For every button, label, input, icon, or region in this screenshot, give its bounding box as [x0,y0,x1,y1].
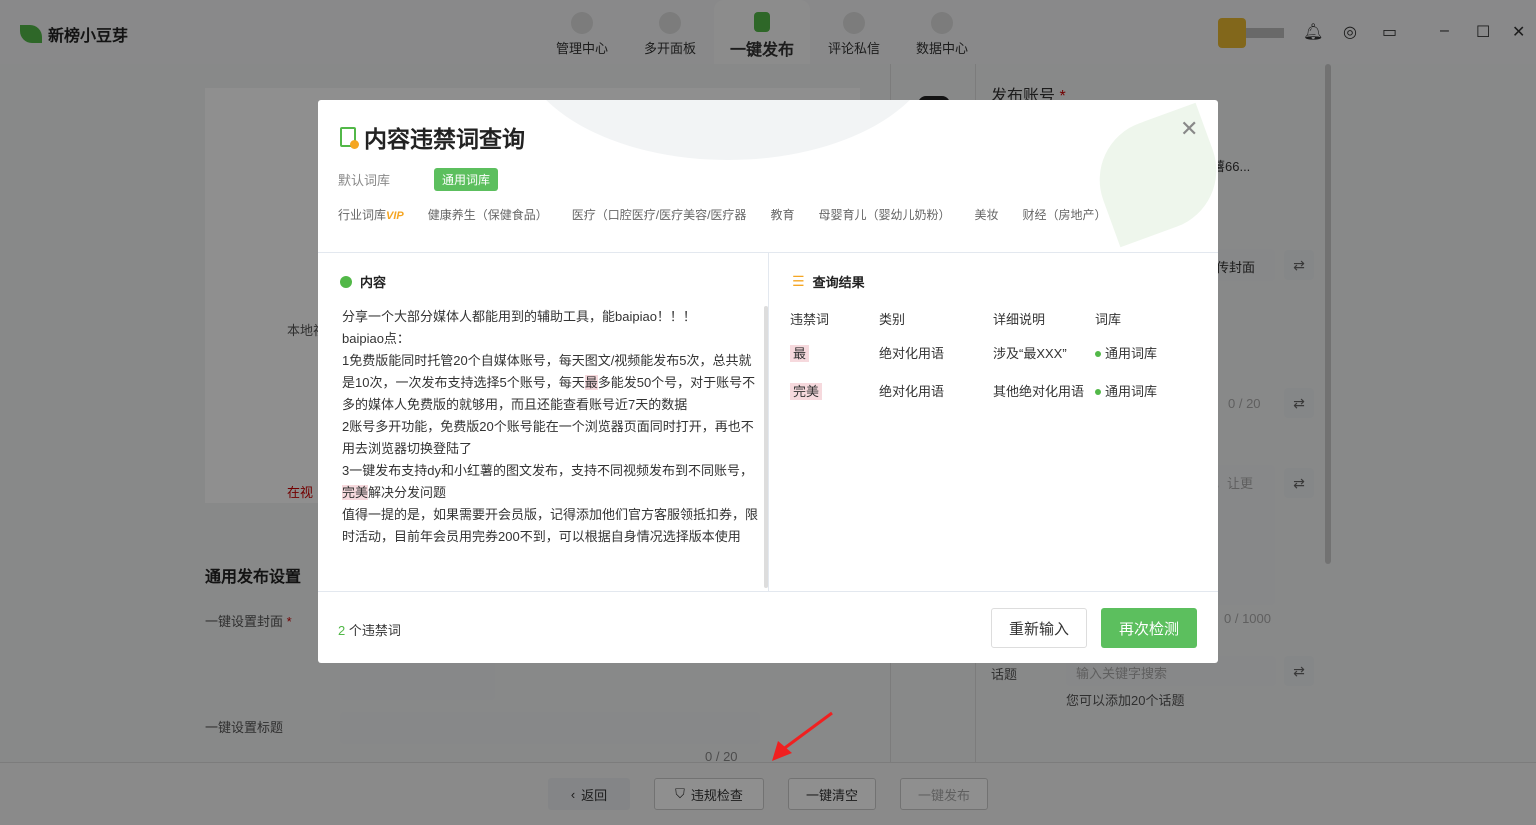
vip-badge: VIP [386,210,404,222]
industry-option[interactable]: 医疗（口腔医疗/医疗美容/医疗器 [572,206,747,223]
content-part: 多能发50个号，对于账号不多的媒体人免费版的就够用，而且还能查看账号近7天的数据… [342,375,756,478]
forbidden-words-dialog: 内容违禁词查询 ✕ 默认词库 通用词库 行业词库VIP 健康养生（保健食品） 医疗… [318,100,1218,663]
content-text[interactable]: 分享一个大部分媒体人都能用到的辅助工具，能baipiao！！！ baipiao点… [342,306,762,548]
content-icon [340,275,352,288]
result-heading-text: 查询结果 [812,275,865,290]
result-heading: ☰ 查询结果 [792,272,865,291]
content-part: 解决分发问题 值得一提的是，如果需要开会员版，记得添加他们官方客服领抵扣券，限时… [342,485,759,544]
industry-lib-label: 行业词库VIP [338,206,404,223]
content-scrollbar[interactable] [764,306,768,588]
col-header: 违禁词 [790,311,830,327]
dialog-title: 内容违禁词查询 [340,120,525,154]
divider [768,253,769,591]
library-text: 通用词库 [1105,383,1158,399]
default-lib-row: 默认词库 通用词库 [338,168,499,191]
general-lib-tag[interactable]: 通用词库 [434,168,499,191]
industry-lib-row: 行业词库VIP 健康养生（保健食品） 医疗（口腔医疗/医疗美容/医疗器 教育 母… [338,206,1107,223]
count-text: 个违禁词 [345,623,401,638]
library-text: 通用词库 [1105,345,1158,361]
col-header: 词库 [1095,311,1122,327]
table-row: 完美 绝对化用语 其他绝对化用语 通用词库 [790,371,1190,409]
result-table: 违禁词 类别 详细说明 词库 最绝对化用语 涉及“最XXX” 通用词库 完美 绝对化用语 其他… [790,303,1190,409]
table-header: 违禁词 类别 详细说明 词库 [790,303,1190,333]
forbidden-word: 最 [790,344,810,362]
library: 通用词库 [1095,333,1190,371]
recheck-button[interactable]: 再次检测 [1101,608,1197,648]
close-icon[interactable]: ✕ [1180,116,1198,142]
detail: 涉及“最XXX” [993,345,1067,361]
list-icon: ☰ [792,273,805,289]
table-row: 最 绝对化用语 涉及“最XXX” 通用词库 [790,333,1190,371]
library: 通用词库 [1095,371,1190,409]
document-icon [340,127,359,149]
col-header: 类别 [879,311,906,327]
category: 绝对化用语 [879,345,945,361]
highlighted-word: 完美 [342,485,369,500]
col-header: 详细说明 [993,311,1046,327]
industry-option[interactable]: 健康养生（保健食品） [428,206,548,223]
status-dot-icon [1095,389,1101,396]
decoration [518,100,938,160]
default-lib-label: 默认词库 [338,173,391,188]
industry-option[interactable]: 美妆 [974,206,998,223]
reset-input-button[interactable]: 重新输入 [991,608,1087,648]
red-arrow-annotation [772,711,833,761]
industry-option[interactable]: 财经（房地产） [1022,206,1106,223]
forbidden-word: 完美 [790,382,823,400]
divider [318,591,1218,592]
content-heading: 内容 [340,272,386,291]
detail: 其他绝对化用语 [993,383,1085,399]
status-dot-icon [1095,351,1101,358]
violation-count: 2 个违禁词 [338,620,401,639]
industry-option[interactable]: 母婴育儿（婴幼儿奶粉） [818,206,950,223]
industry-option[interactable]: 教育 [770,206,794,223]
industry-label-text: 行业词库 [338,208,387,222]
dialog-title-text: 内容违禁词查询 [364,126,525,152]
content-heading-text: 内容 [360,275,387,290]
category: 绝对化用语 [879,383,945,399]
highlighted-word: 最 [584,375,598,390]
